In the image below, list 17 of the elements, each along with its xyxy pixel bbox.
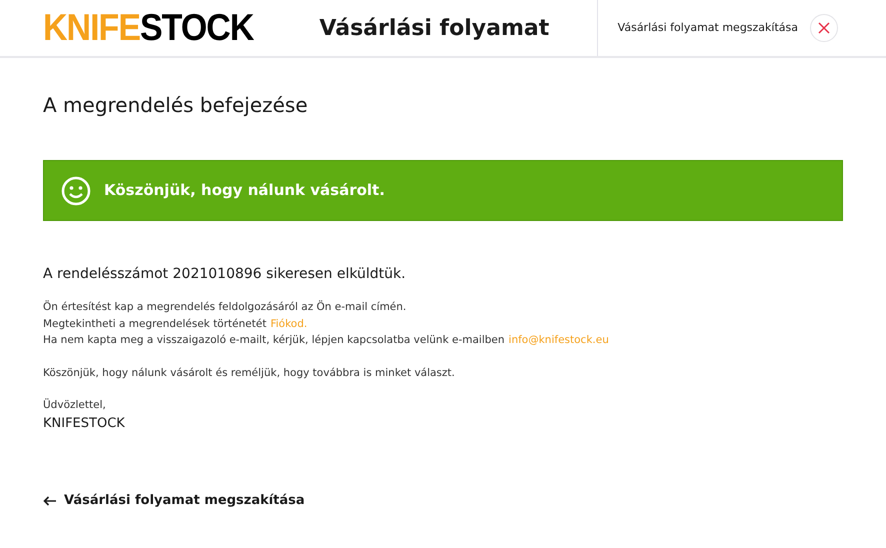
alert-message: Köszönjük, hogy nálunk vásárolt. — [104, 180, 385, 202]
info-text: Ön értesítést kap a megrendelés feldolgozásáról az Ön e-mail címén. — [43, 299, 408, 315]
info-text: Megtekintheti a megrendelések történetét — [43, 316, 266, 332]
smiley-icon — [61, 176, 91, 206]
arrow-left-icon — [43, 496, 57, 506]
cancel-label: Vásárlási folyamat megszakítása — [618, 20, 798, 36]
page-heading: A megrendelés befejezése — [43, 92, 309, 119]
confirmation-text: A rendelésszámot 2021010896 sikeresen elküldtük. — [43, 265, 407, 284]
signature: KNIFESTOCK — [43, 414, 126, 432]
page-title: Vásárlási folyamat — [319, 14, 550, 42]
logo[interactable]: KNIFESTOCK — [43, 9, 254, 47]
info-text: Ha nem kapta meg a visszaigazoló e-mailt, kérjük, lépjen kapcsolatba velünk e-mailben — [43, 333, 505, 348]
back-link[interactable]: Vásárlási folyamat megszakítása — [43, 491, 305, 510]
thanks-text: Köszönjük, hogy nálunk vásárolt és reméljük, hogy továbbra is minket választ. — [43, 366, 456, 380]
close-button[interactable] — [810, 14, 838, 42]
greeting-text: Üdvözlettel, — [43, 397, 107, 413]
close-icon — [818, 22, 830, 34]
